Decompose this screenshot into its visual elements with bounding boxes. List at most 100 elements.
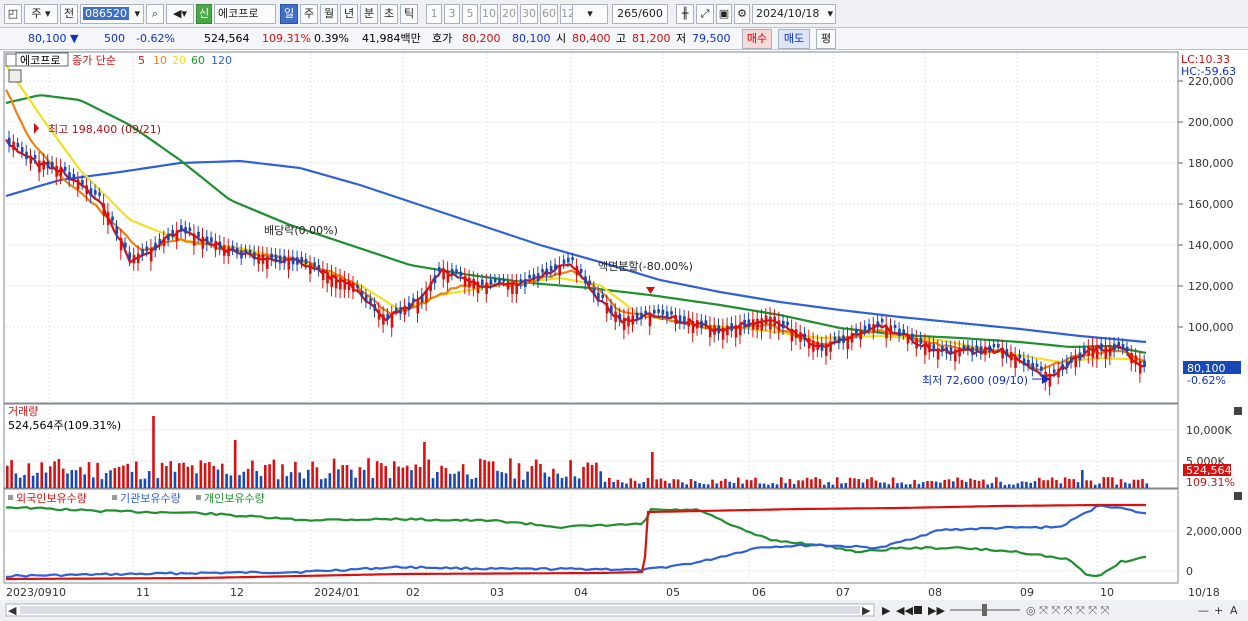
low-label: 저 bbox=[676, 32, 687, 45]
count-dropdown[interactable]: ▾ bbox=[572, 4, 608, 24]
tick-step-button[interactable]: 3 bbox=[444, 4, 460, 24]
x-tick: 09 bbox=[1020, 586, 1034, 599]
interval-button[interactable]: 일 bbox=[280, 4, 298, 24]
price-tick: 120,000 bbox=[1188, 280, 1234, 293]
x-tick: 06 bbox=[752, 586, 766, 599]
volume-y-axis: 10,000K5,000K bbox=[1186, 424, 1232, 468]
price-tick: 140,000 bbox=[1188, 239, 1234, 252]
ma-legend-item: 20 bbox=[172, 54, 186, 67]
open-label: 시 bbox=[556, 32, 567, 45]
tool-icons[interactable]: ◎ ⤧ ⤧ ⤧ ⤧ ⤧ ⤧ bbox=[1026, 604, 1110, 617]
stock-chart[interactable]: 에코프로 종가 단순 5 10 20 60 120 LC:10.33 HC:-59.63… bbox=[0, 50, 1248, 621]
low-note: 최저 72,600 (09/10) bbox=[922, 374, 1028, 387]
tick-step-button[interactable]: 5 bbox=[462, 4, 478, 24]
new-badge: 신 bbox=[196, 4, 212, 24]
interval-button[interactable]: 분 bbox=[360, 4, 378, 24]
zoom-in-icon[interactable]: + bbox=[1214, 604, 1223, 617]
window-menu-icon[interactable]: ◰ bbox=[4, 4, 22, 24]
interval-button[interactable]: 월 bbox=[320, 4, 338, 24]
ma-legend-item: 120 bbox=[211, 54, 232, 67]
play-icon[interactable]: ▶ bbox=[882, 604, 891, 617]
x-axis: 2023/09 10 11 12 2024/01 02 03 04 05 06 07 08 09 10 10… bbox=[6, 586, 1220, 599]
quote-price: 80,100 ▼ bbox=[28, 32, 79, 45]
x-tick: 04 bbox=[574, 586, 588, 599]
x-tick: 11 bbox=[136, 586, 150, 599]
calculator-icon[interactable] bbox=[8, 69, 22, 83]
interval-button[interactable]: 초 bbox=[380, 4, 398, 24]
holder-legend-item: 외국인보유수량 bbox=[16, 492, 87, 505]
quote-change: 500 bbox=[104, 32, 125, 45]
price-tick: 100,000 bbox=[1188, 321, 1234, 334]
scrollbar-thumb[interactable] bbox=[20, 606, 860, 614]
tick-step-button[interactable]: 20 bbox=[500, 4, 518, 24]
quote-low: 79,500 bbox=[692, 32, 731, 45]
x-tick: 03 bbox=[490, 586, 504, 599]
fast-forward-icon[interactable]: ▶▶ bbox=[928, 604, 945, 617]
interval-button[interactable]: 년 bbox=[340, 4, 358, 24]
quote-amount: 41,984백만 bbox=[362, 32, 421, 45]
bar-count-max: /600 bbox=[638, 7, 663, 20]
volume-pane-close-icon[interactable] bbox=[1234, 407, 1242, 415]
holder-legend-item: 기관보유수량 bbox=[120, 492, 181, 505]
quote-volume-pct: 109.31% bbox=[262, 32, 311, 45]
eval-button[interactable]: 평 bbox=[816, 29, 836, 49]
speaker-icon[interactable]: ◀▾ bbox=[166, 4, 194, 24]
quote-ask: 80,200 bbox=[462, 32, 501, 45]
tick-step-button[interactable]: 60 bbox=[540, 4, 558, 24]
zoom-out-icon[interactable]: — bbox=[1198, 604, 1209, 617]
volume-value: 524,564주(109.31%) bbox=[8, 419, 121, 432]
x-tick: 2023/09 bbox=[6, 586, 52, 599]
x-tick: 10 bbox=[1100, 586, 1114, 599]
font-size-icon[interactable]: A bbox=[1230, 604, 1238, 617]
volume-title: 거래량 bbox=[8, 405, 38, 418]
high-note: 최고 198,400 (09/21) bbox=[48, 123, 161, 136]
scroll-right-icon[interactable]: ▶ bbox=[862, 604, 871, 617]
quote-volume: 524,564 bbox=[204, 32, 250, 45]
date-field[interactable]: 2024/10/18 ▾ bbox=[752, 4, 836, 24]
date-value: 2024/10/18 bbox=[756, 7, 820, 20]
ma-legend: 5 10 20 60 120 bbox=[138, 54, 232, 67]
period-select[interactable]: 주 ▾ bbox=[24, 4, 58, 24]
calendar-dropdown-icon[interactable]: ▾ bbox=[827, 5, 835, 23]
current-volume-pct: 109.31% bbox=[1186, 476, 1235, 489]
scroll-left-icon[interactable]: ◀ bbox=[8, 604, 17, 617]
tick-step-button[interactable]: 30 bbox=[520, 4, 538, 24]
x-tick: 05 bbox=[666, 586, 680, 599]
ma-legend-item: 10 bbox=[153, 54, 167, 67]
holder-y-axis: 2,000,000 0 bbox=[1186, 525, 1242, 578]
stop-icon[interactable] bbox=[914, 606, 922, 614]
code-dropdown-icon[interactable]: ▾ bbox=[134, 5, 143, 23]
price-y-axis: 220,000 200,000 180,000 160,000 140,000 120,0… bbox=[1178, 75, 1234, 334]
tick-step-button[interactable]: 1 bbox=[426, 4, 442, 24]
save-icon[interactable]: ▣ bbox=[716, 4, 732, 24]
main-toolbar: ◰ 주 ▾ 전 086520 ▾ ⌕ ◀▾ 신 에코프로 일주월년분초틱1351… bbox=[0, 0, 1248, 28]
tick-step-button[interactable]: 10 bbox=[480, 4, 498, 24]
high-label: 고 bbox=[616, 32, 627, 45]
pane-menu-icon[interactable] bbox=[5, 53, 17, 67]
rewind-icon[interactable]: ◀◀ bbox=[896, 604, 913, 617]
interval-button[interactable]: 틱 bbox=[400, 4, 418, 24]
interval-button[interactable]: 주 bbox=[300, 4, 318, 24]
draw-tool-icon[interactable]: ⤢ bbox=[696, 4, 714, 24]
x-tick: 10 bbox=[52, 586, 66, 599]
quote-high: 81,200 bbox=[632, 32, 671, 45]
buy-button[interactable]: 매수 bbox=[742, 29, 772, 49]
search-icon[interactable]: ⌕ bbox=[146, 4, 164, 24]
holder-tick: 0 bbox=[1186, 565, 1193, 578]
ma-legend-item: 5 bbox=[138, 54, 145, 67]
stock-name-field[interactable]: 에코프로 bbox=[214, 4, 276, 24]
bar-count-field[interactable]: 265/600 bbox=[612, 4, 668, 24]
compare-button[interactable]: 전 bbox=[60, 4, 78, 24]
holder-pane-close-icon[interactable] bbox=[1234, 492, 1242, 500]
candle-icon[interactable]: ╫ bbox=[676, 4, 694, 24]
price-tick: 180,000 bbox=[1188, 157, 1234, 170]
quote-bid: 80,100 bbox=[512, 32, 551, 45]
stock-code-value: 086520 bbox=[83, 7, 129, 20]
zoom-slider-handle[interactable] bbox=[982, 604, 987, 616]
stock-code-input[interactable]: 086520 ▾ bbox=[80, 4, 144, 24]
x-tick: 12 bbox=[230, 586, 244, 599]
x-tick: 07 bbox=[836, 586, 850, 599]
sell-button[interactable]: 매도 bbox=[778, 29, 810, 49]
period-label: 주 bbox=[31, 7, 42, 20]
settings-gear-icon[interactable]: ⚙ bbox=[734, 4, 750, 24]
